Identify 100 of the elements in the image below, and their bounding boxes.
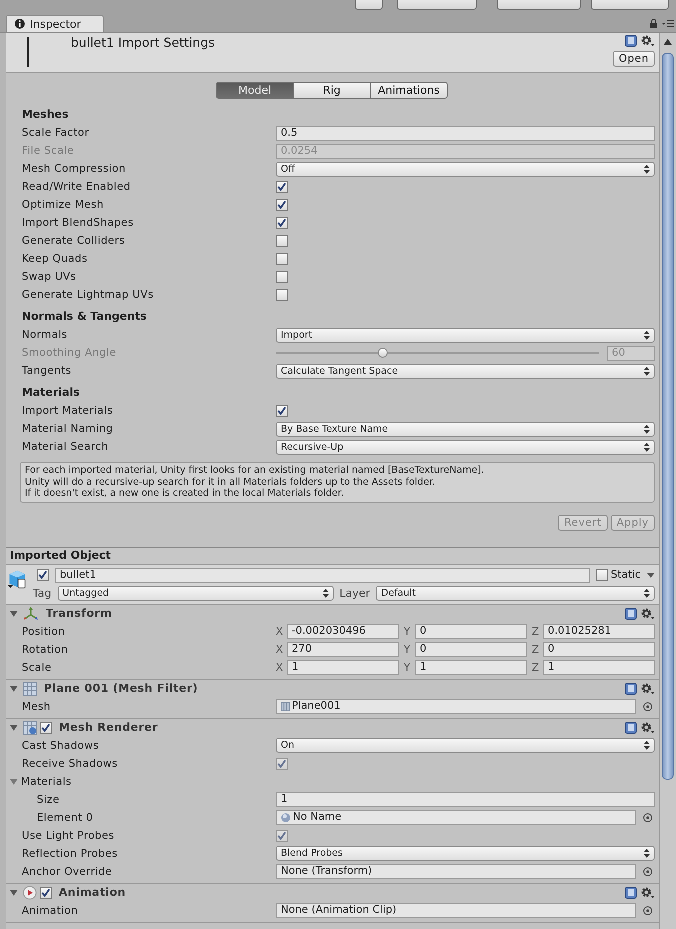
checkbox[interactable] [276,217,288,229]
property-label: Generate Colliders [22,235,126,247]
checkbox[interactable] [276,405,288,417]
number-field[interactable]: 0.01025281 [543,624,656,639]
object-picker-icon[interactable] [643,866,654,876]
gear-icon[interactable] [641,682,656,694]
number-field[interactable]: 1 [287,660,400,675]
scrollbar[interactable] [659,33,676,929]
dropdown[interactable]: Recursive-Up [276,440,656,454]
property-label: Import BlendShapes [22,217,135,229]
tag-dropdown[interactable]: Untagged [58,586,334,600]
name-field[interactable]: bullet1 [55,568,590,582]
number-field[interactable]: 270 [287,642,400,657]
property-label: Size [36,794,61,806]
dropdown[interactable]: Import [276,328,656,342]
dropdown[interactable]: On [276,738,656,753]
component-title: Plane 001 (Mesh Filter) [44,682,198,695]
dropdown[interactable]: Calculate Tangent Space [276,364,656,378]
play-icon [23,886,37,900]
cube-icon [8,568,27,590]
inspector-tab[interactable]: Inspector [6,15,104,32]
property-label: File Scale [22,145,76,157]
property-label: Position [22,626,66,638]
object-field[interactable]: None (Animation Clip) [276,903,636,918]
number-field[interactable]: 0 [415,624,528,639]
checkbox[interactable] [40,722,52,734]
number-field[interactable]: 1 [543,660,656,675]
property-label: Tangents [22,365,73,377]
number-field[interactable]: 0 [415,642,528,657]
section-heading: Normals & Tangents [21,309,148,325]
help-icon[interactable] [625,608,638,620]
open-button[interactable]: Open [612,51,656,67]
checkbox[interactable] [276,758,288,770]
axis-label: X [276,662,284,674]
foldout-arrow-icon[interactable] [10,684,18,692]
property-label: Generate Lightmap UVs [22,289,155,301]
dropdown-arrows-icon [644,849,650,858]
dropdown-arrows-icon [644,164,650,174]
object-field[interactable]: Plane001 [276,699,636,714]
checkbox[interactable] [37,569,49,581]
checkbox[interactable] [276,830,288,842]
imported-object-heading: Imported Object [6,546,660,564]
foldout-arrow-icon[interactable] [10,724,18,732]
dropdown[interactable]: By Base Texture Name [276,422,656,436]
number-field[interactable]: -0.002030496 [287,624,400,639]
checkbox[interactable] [276,253,288,265]
axis-label: Y [404,626,412,638]
help-icon[interactable] [625,35,638,47]
checkbox[interactable] [276,235,288,247]
mode-tab[interactable]: Rig [293,82,372,99]
object-field[interactable]: No Name [276,810,636,825]
property-label: Swap UVs [22,271,78,283]
number-field[interactable]: 0 [543,642,656,657]
object-picker-icon[interactable] [643,702,654,712]
text-field[interactable]: 1 [276,792,656,807]
gear-icon[interactable] [641,722,656,734]
property-label: Receive Shadows [22,758,119,770]
help-icon[interactable] [625,682,638,694]
gear-icon[interactable] [641,35,656,47]
checkbox[interactable] [276,199,288,211]
dropdown-arrows-icon [644,442,650,452]
object-picker-icon[interactable] [643,812,654,822]
section-heading: Meshes [21,107,70,123]
foldout-label[interactable]: Materials [21,776,72,788]
checkbox[interactable] [40,886,52,898]
scrollbar-thumb[interactable] [662,53,674,780]
property-label: Use Light Probes [22,830,116,842]
grid-icon [23,682,37,696]
checkbox[interactable] [276,289,288,301]
mode-tab[interactable]: Animations [370,82,448,99]
checkbox[interactable] [276,271,288,283]
axis-label: X [276,626,284,638]
foldout-arrow-icon[interactable] [10,888,18,896]
dropdown-arrows-icon [644,366,650,376]
text-field[interactable]: 0.5 [276,126,656,140]
checkbox[interactable] [596,569,608,581]
foldout-arrow-icon[interactable] [10,778,18,786]
help-icon[interactable] [625,722,638,734]
scroll-up-icon[interactable] [664,39,672,45]
menu-icon[interactable] [662,20,674,28]
property-label: Optimize Mesh [22,199,105,211]
dropdown-arrow-icon[interactable] [647,572,656,578]
help-icon[interactable] [625,886,638,898]
dropdown-arrows-icon [322,588,329,598]
dropdown[interactable]: Off [276,162,656,176]
gear-icon[interactable] [641,608,656,620]
mode-tab[interactable]: Model [216,82,294,99]
dropdown[interactable]: Blend Probes [276,846,656,861]
number-field[interactable]: 1 [415,660,528,675]
foldout-arrow-icon[interactable] [10,610,18,618]
checkbox[interactable] [276,181,288,193]
lock-icon[interactable] [650,19,658,28]
property-label: Animation [22,904,80,916]
property-label: Scale Factor [22,127,90,139]
gear-icon[interactable] [641,886,656,898]
layer-dropdown[interactable]: Default [376,586,656,600]
object-field[interactable]: None (Transform) [276,864,636,879]
property-label: Rotation [22,644,70,656]
axis-label: Y [404,644,412,656]
object-picker-icon[interactable] [643,906,654,916]
